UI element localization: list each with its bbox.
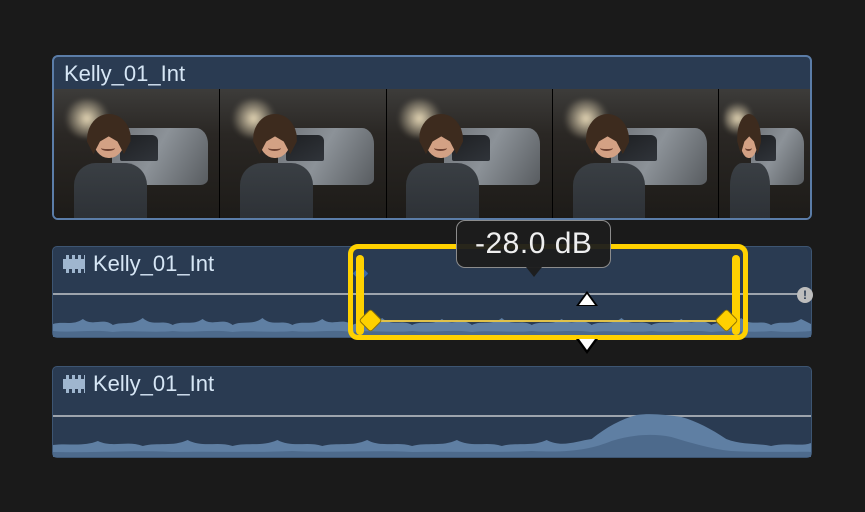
- volume-adjust-down-icon[interactable]: [579, 339, 595, 350]
- audio-clip-header: Kelly_01_Int: [53, 367, 811, 397]
- thumbnail: [387, 89, 552, 219]
- video-filmstrip: [54, 89, 810, 219]
- volume-tooltip: -28.0 dB: [456, 220, 611, 268]
- thumbnail: [719, 89, 810, 219]
- audio-clip-2[interactable]: Kelly_01_Int: [52, 366, 812, 458]
- video-clip-title: Kelly_01_Int: [54, 57, 810, 89]
- audio-clip-title: Kelly_01_Int: [93, 371, 214, 397]
- thumbnail: [54, 89, 219, 219]
- segment-volume-line[interactable]: [362, 320, 734, 322]
- film-icon: [63, 255, 85, 273]
- alert-icon: !: [797, 287, 813, 303]
- thumbnail: [553, 89, 718, 219]
- audio-clip-header: Kelly_01_Int: [53, 247, 811, 277]
- waveform: [53, 399, 811, 457]
- timeline-canvas: Kelly_01_Int: [0, 0, 865, 512]
- audio-clip-1[interactable]: Kelly_01_Int !: [52, 246, 812, 338]
- waveform: [53, 279, 811, 337]
- film-icon: [63, 375, 85, 393]
- volume-adjust-up-icon[interactable]: [579, 294, 595, 305]
- thumbnail: [220, 89, 385, 219]
- audio-clip-title: Kelly_01_Int: [93, 251, 214, 277]
- video-clip[interactable]: Kelly_01_Int: [52, 55, 812, 220]
